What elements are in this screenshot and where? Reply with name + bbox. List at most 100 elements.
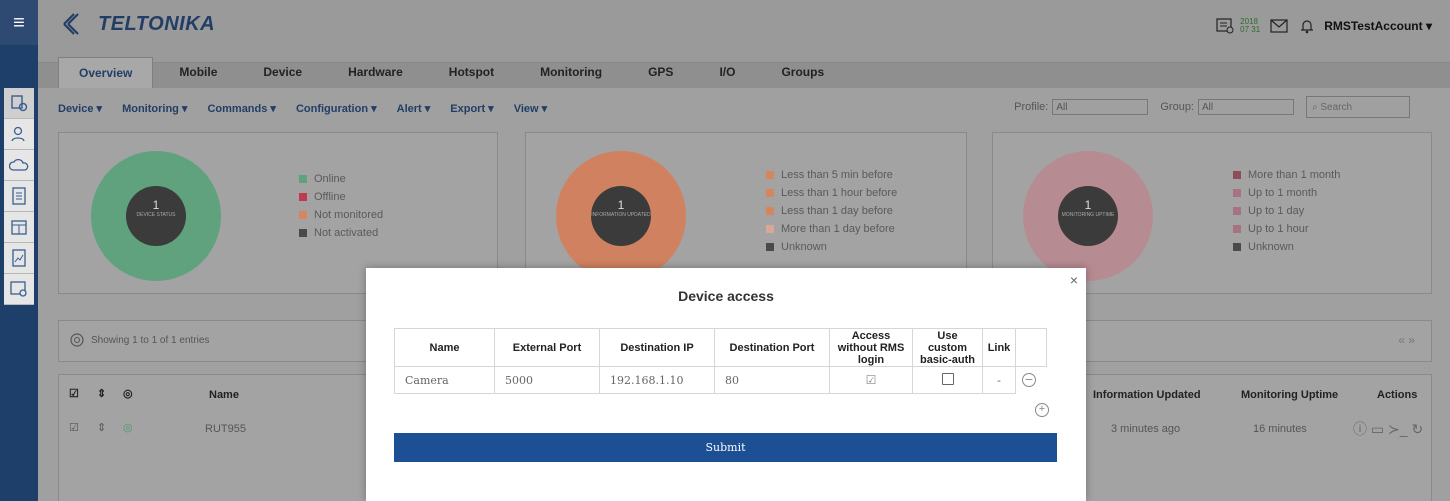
entries-count: Showing 1 to 1 of 1 entries [91, 335, 210, 346]
view-menu[interactable]: View ▾ [514, 102, 547, 115]
left-rail: ≡ [0, 0, 38, 501]
teltonika-logo[interactable]: TELTONIKA [62, 12, 215, 36]
legend-swatch [299, 175, 307, 183]
legend-item[interactable]: More than 1 month [1233, 169, 1340, 181]
alert-menu[interactable]: Alert ▾ [397, 102, 431, 115]
cell-destination-ip[interactable]: 192.168.1.10 [599, 366, 715, 394]
tab-device[interactable]: Device [243, 57, 322, 87]
row-expand-icon[interactable]: ⇕ [97, 421, 106, 434]
legend-swatch [1233, 189, 1241, 197]
filters-bar: Profile: All Group: All ⌕ Search [1014, 96, 1410, 118]
rail-report-icon[interactable] [4, 243, 34, 274]
legend-swatch [766, 243, 774, 251]
submit-button[interactable]: Submit [394, 433, 1057, 462]
col-actions [1015, 328, 1047, 367]
legend-item[interactable]: Up to 1 hour [1233, 223, 1340, 235]
donut-center: 1 INFORMATION UPDATED [591, 186, 651, 246]
legend-item[interactable]: More than 1 day before [766, 223, 897, 235]
legend-item[interactable]: Offline [299, 191, 383, 203]
account-menu[interactable]: RMSTestAccount ▾ [1324, 19, 1432, 33]
legend-item[interactable]: Unknown [766, 241, 897, 253]
select-all-checkbox[interactable]: ☑ [69, 387, 79, 400]
column-header-uptime[interactable]: Monitoring Uptime [1241, 389, 1338, 401]
col-custom-auth: Use custom basic-auth [912, 328, 983, 367]
column-header-info-updated[interactable]: Information Updated [1093, 389, 1201, 401]
legend-item[interactable]: Up to 1 month [1233, 187, 1340, 199]
close-icon[interactable]: × [1070, 272, 1078, 288]
device-access-dialog: × Device access Name External Port Desti… [366, 268, 1086, 501]
credits-icon[interactable] [1216, 18, 1234, 34]
cell-destination-port[interactable]: 80 [714, 366, 830, 394]
rail-certificate-icon[interactable] [4, 274, 34, 305]
rail-devices-icon[interactable] [4, 88, 34, 119]
table-row-right: 3 minutes ago 16 minutes ⓘ ▭ ≻_ ↻ [1093, 415, 1431, 443]
router-icon[interactable]: ▭ [1371, 421, 1384, 437]
cell-custom-auth [912, 366, 983, 394]
terminal-icon[interactable]: ≻_ [1388, 421, 1408, 437]
cell-name[interactable]: Camera [394, 366, 495, 394]
group-select[interactable]: All [1198, 99, 1294, 115]
cell-external-port[interactable]: 5000 [494, 366, 600, 394]
tab-groups[interactable]: Groups [761, 57, 844, 87]
profile-select[interactable]: All [1052, 99, 1149, 115]
search-input[interactable]: ⌕ Search [1306, 96, 1410, 118]
tab-monitoring[interactable]: Monitoring [520, 57, 622, 87]
pagination[interactable]: « » [1398, 333, 1415, 347]
cell-access-without-login: ☑ [829, 366, 913, 394]
legend-item[interactable]: Less than 1 hour before [766, 187, 897, 199]
monitoring-menu[interactable]: Monitoring ▾ [122, 102, 187, 115]
donut-center: 1 DEVICE STATUS [126, 186, 186, 246]
legend-item[interactable]: Unknown [1233, 241, 1340, 253]
info-updated-value: 3 minutes ago [1111, 423, 1181, 435]
profile-label: Profile: [1014, 101, 1049, 113]
device-menu[interactable]: Device ▾ [58, 102, 102, 115]
tab-gps[interactable]: GPS [628, 57, 693, 87]
tab-io[interactable]: I/O [699, 57, 755, 87]
tab-overview[interactable]: Overview [58, 57, 154, 88]
donut-center: 1 MONITORING UPTIME [1058, 186, 1118, 246]
rail-calendar-icon[interactable] [4, 212, 34, 243]
column-header-name[interactable]: Name [209, 389, 239, 401]
configuration-menu[interactable]: Configuration ▾ [296, 102, 377, 115]
info-icon[interactable]: ⓘ [1353, 421, 1367, 437]
legend-swatch [1233, 225, 1241, 233]
row-checkbox[interactable]: ☑ [69, 421, 79, 434]
legend-swatch [1233, 171, 1241, 179]
rail-cloud-icon[interactable] [4, 150, 34, 181]
tab-hotspot[interactable]: Hotspot [429, 57, 514, 87]
reboot-icon[interactable]: ↻ [1411, 421, 1423, 437]
col-destination-port: Destination Port [714, 328, 830, 367]
hamburger-menu-icon[interactable]: ≡ [0, 10, 38, 36]
rail-document-icon[interactable] [4, 181, 34, 212]
device-name[interactable]: RUT955 [205, 423, 246, 435]
legend-label: Not monitored [314, 209, 384, 221]
header-right: 2018 07 31 RMSTestAccount ▾ [1216, 18, 1432, 34]
cell-link[interactable]: - [982, 366, 1016, 394]
main-tabs: Overview Mobile Device Hardware Hotspot … [58, 57, 850, 88]
refresh-entries-icon[interactable] [69, 332, 85, 348]
tab-mobile[interactable]: Mobile [159, 57, 237, 87]
commands-menu[interactable]: Commands ▾ [207, 102, 275, 115]
table-row: Camera 5000 192.168.1.10 80 ☑ - − [394, 366, 1047, 394]
custom-auth-checkbox[interactable] [941, 372, 954, 385]
tab-hardware[interactable]: Hardware [328, 57, 423, 87]
legend-item[interactable]: Less than 1 day before [766, 205, 897, 217]
column-header-actions: Actions [1377, 389, 1418, 401]
legend-item[interactable]: Not activated [299, 227, 383, 239]
legend-item[interactable]: Online [299, 173, 383, 185]
legend-item[interactable]: Not monitored [299, 209, 383, 221]
access-without-login-checkbox[interactable]: ☑ [866, 373, 877, 387]
sort-icon[interactable]: ⇕ [97, 387, 106, 400]
table-row[interactable]: ☑ ⇕ ◎ RUT955 [69, 415, 339, 443]
legend-swatch [766, 225, 774, 233]
mail-icon[interactable] [1270, 19, 1288, 33]
group-label: Group: [1160, 101, 1194, 113]
legend-item[interactable]: Less than 5 min before [766, 169, 897, 181]
bell-icon[interactable] [1300, 18, 1314, 34]
donut-count: 1 [152, 198, 160, 212]
add-row-icon[interactable]: + [1035, 403, 1049, 417]
rail-users-icon[interactable] [4, 119, 34, 150]
remove-row-icon[interactable]: − [1022, 373, 1036, 387]
legend-item[interactable]: Up to 1 day [1233, 205, 1340, 217]
export-menu[interactable]: Export ▾ [450, 102, 493, 115]
